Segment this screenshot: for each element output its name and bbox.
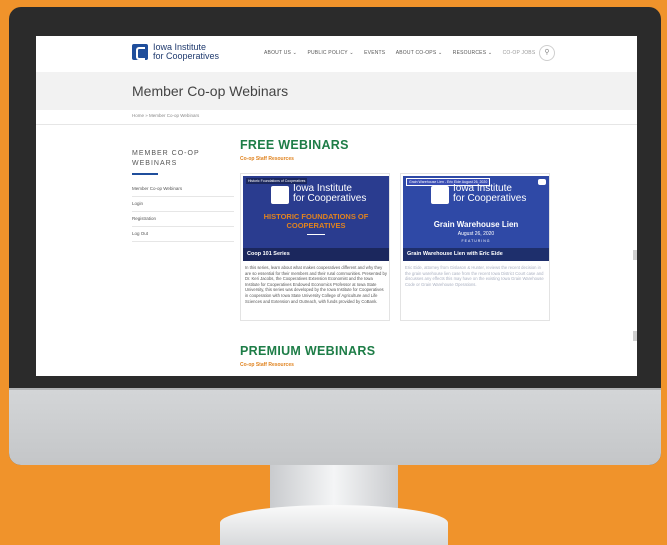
nav-public-policy[interactable]: PUBLIC POLICY ⌄ (307, 50, 353, 56)
logo-mark-icon (431, 186, 449, 204)
sidebar-item-registration[interactable]: Registration (132, 212, 234, 227)
sidebar-item-member-coop-webinars[interactable]: Member Co-op Webinars (132, 182, 234, 197)
thumbnail-caption-bar: Grain Warehouse Lien with Eric Eide (403, 248, 549, 261)
thumbnail-heading-line-2: COOPERATIVES (286, 221, 346, 230)
browser-screen: Iowa Institute for Cooperatives ABOUT US… (36, 36, 637, 376)
thumbnail-heading: HISTORIC FOUNDATIONS OF COOPERATIVES (243, 212, 389, 230)
logo-mark-icon (271, 186, 289, 204)
thumbnail-logo: Iowa Institute for Cooperatives (271, 184, 366, 208)
nav-about-us[interactable]: ABOUT US ⌄ (264, 50, 297, 56)
thumbnail-logo-line-2: for Cooperatives (453, 193, 527, 204)
sidebar-item-log-out[interactable]: Log Out (132, 227, 234, 242)
free-webinars-subtitle: Co-op Staff Resources (240, 156, 294, 162)
monitor-chin (9, 388, 661, 465)
thumbnail-logo-text: Iowa Institute for Cooperatives (293, 184, 366, 204)
thumbnail-caption: Grain Warehouse Lien with Eric Eide (407, 251, 503, 257)
card-description: In this series, learn about what makes c… (245, 265, 387, 304)
site-logo[interactable]: Iowa Institute for Cooperatives (153, 43, 219, 61)
thumbnail-logo-text: Iowa Institute for Cooperatives (453, 184, 526, 204)
sidebar: MEMBER CO-OP WEBINARS Member Co-op Webin… (132, 149, 234, 242)
sidebar-heading-line-2: WEBINARS (132, 160, 178, 167)
monitor-stand-neck (270, 465, 398, 510)
watch-later-icon[interactable] (538, 179, 546, 185)
sidebar-heading-underline (132, 173, 158, 175)
monitor-stand-base (220, 505, 448, 545)
breadcrumb[interactable]: Home » Member Co-op Webinars (132, 113, 199, 118)
thumbnail-heading: Grain Warehouse Lien (433, 220, 519, 229)
nav-resources[interactable]: RESOURCES ⌄ (453, 50, 492, 56)
logo-line-2: for Cooperatives (153, 51, 220, 61)
scroll-tab[interactable] (633, 331, 637, 341)
breadcrumb-divider (36, 124, 637, 125)
nav-about-coops[interactable]: ABOUT CO-OPS ⌄ (396, 50, 443, 56)
card-description: Eric Eide, attorney from Gislason & Hunt… (405, 265, 544, 287)
thumbnail-divider (307, 234, 325, 235)
video-thumbnail[interactable]: Grain Warehouse Lien - Eric Eide August … (403, 176, 549, 261)
video-thumbnail[interactable]: Historic Foundations of Cooperatives Iow… (243, 176, 389, 261)
chin-divider (9, 388, 661, 390)
webinar-card-grain-warehouse-lien: Grain Warehouse Lien - Eric Eide August … (400, 173, 550, 321)
sidebar-item-login[interactable]: Login (132, 197, 234, 212)
sidebar-heading: MEMBER CO-OP WEBINARS (132, 149, 234, 169)
site-logo-icon[interactable] (132, 44, 148, 60)
thumbnail-logo: Iowa Institute for Cooperatives (431, 184, 526, 208)
main-nav: ABOUT US ⌄ PUBLIC POLICY ⌄ EVENTS ABOUT … (264, 50, 544, 56)
webinar-card-historic-foundations: Historic Foundations of Cooperatives Iow… (240, 173, 390, 321)
premium-webinars-title: PREMIUM WEBINARS (240, 344, 376, 358)
thumbnail-caption: Coop 101 Series (247, 251, 290, 257)
thumbnail-featuring: FEATURING (461, 239, 491, 243)
scroll-tab[interactable] (633, 250, 637, 260)
nav-events[interactable]: EVENTS (364, 50, 385, 56)
thumbnail-date: August 26, 2020 (457, 231, 495, 237)
nav-coop-jobs[interactable]: CO-OP JOBS (503, 50, 536, 56)
sidebar-heading-line-1: MEMBER CO-OP (132, 150, 200, 157)
premium-webinars-subtitle: Co-op Staff Resources (240, 362, 294, 368)
page-title: Member Co-op Webinars (132, 83, 289, 99)
site-header: Iowa Institute for Cooperatives ABOUT US… (36, 36, 637, 72)
free-webinars-title: FREE WEBINARS (240, 138, 349, 152)
search-icon[interactable]: ⚲ (539, 45, 555, 61)
thumbnail-heading-line-1: HISTORIC FOUNDATIONS OF (263, 212, 369, 221)
page-title-band: Member Co-op Webinars (36, 72, 637, 110)
thumbnail-logo-line-2: for Cooperatives (293, 193, 367, 204)
thumbnail-caption-bar: Coop 101 Series (243, 248, 389, 261)
